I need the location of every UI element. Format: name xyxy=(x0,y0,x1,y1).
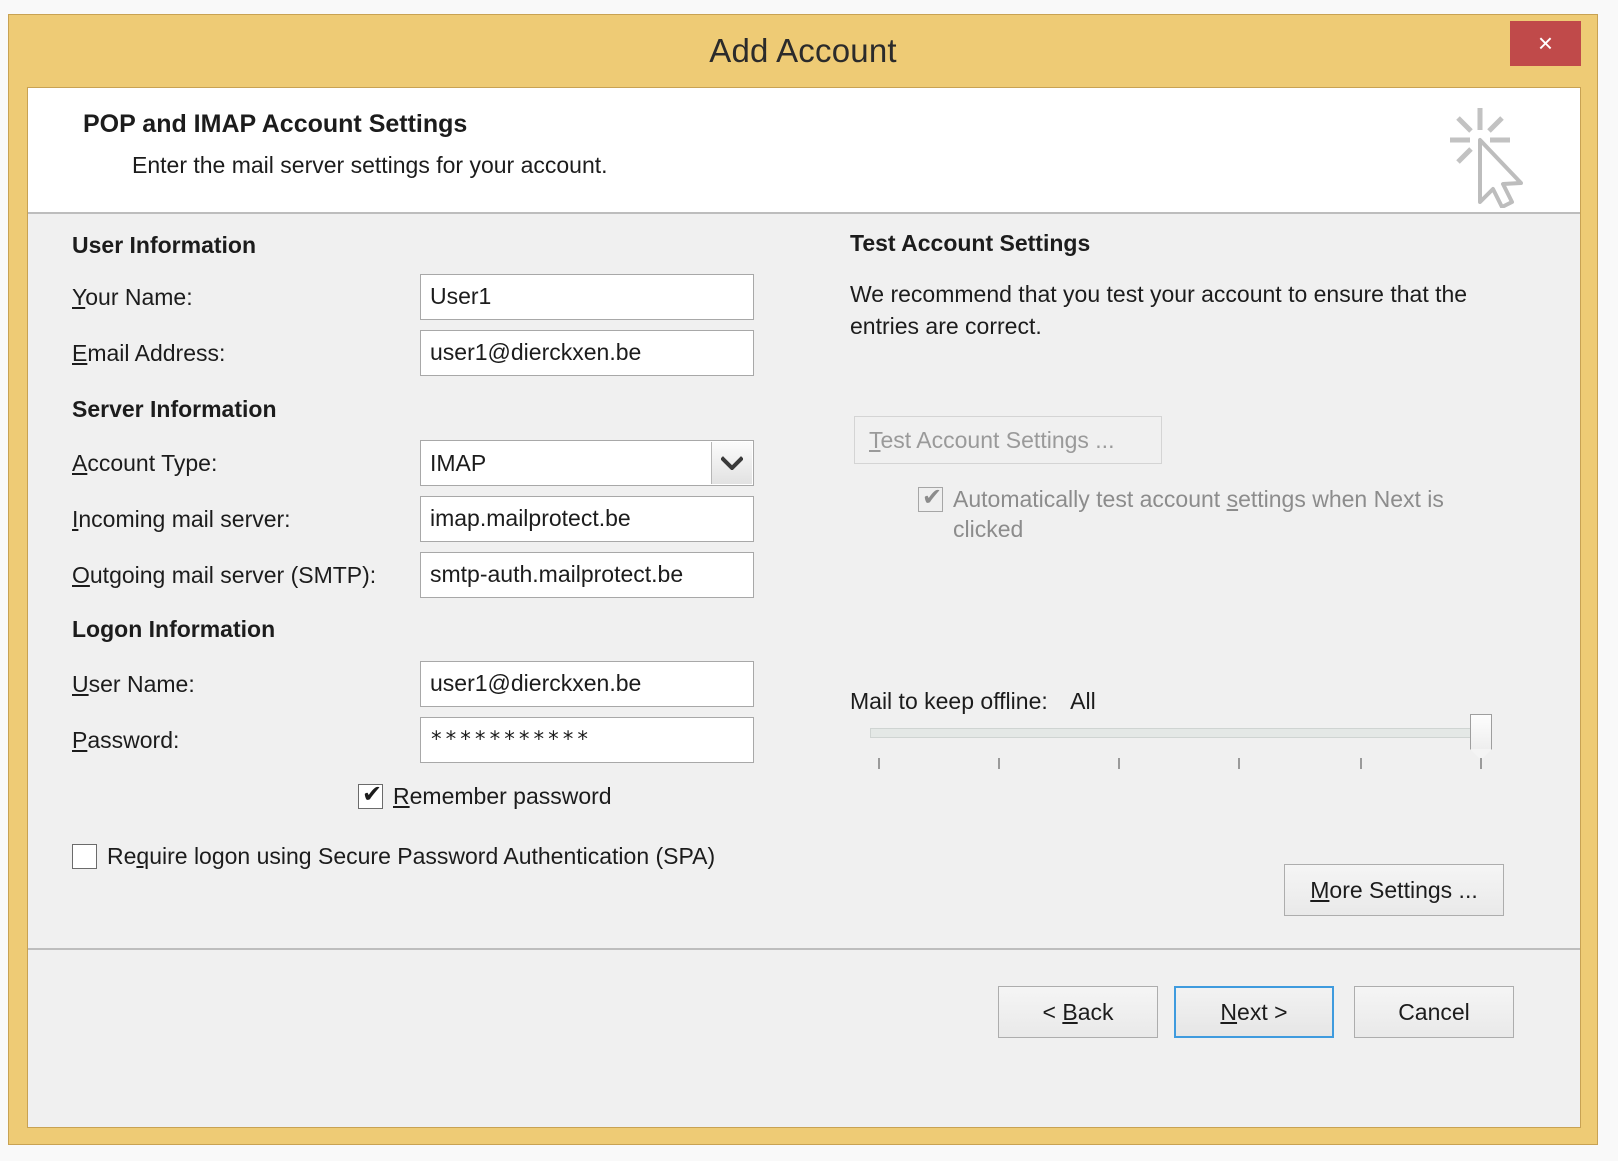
client-area: POP and IMAP Account Settings Enter the … xyxy=(27,87,1581,1128)
label-text: ccount Type: xyxy=(87,450,217,476)
label-password: Password: xyxy=(72,727,179,754)
window-title: Add Account xyxy=(9,15,1597,87)
label-incoming-mail-server: Incoming mail server: xyxy=(72,506,291,533)
accesskey: T xyxy=(869,427,881,453)
require-spa-label: Require logon using Secure Password Auth… xyxy=(107,841,715,871)
body-panel: User Information Your Name: User1 Email … xyxy=(28,216,1580,1127)
button-label: Test Account Settings ... xyxy=(869,427,1114,454)
checkbox-box[interactable]: ✔ xyxy=(358,784,383,809)
close-icon: × xyxy=(1538,28,1553,58)
accesskey: E xyxy=(72,340,87,366)
accesskey: U xyxy=(72,671,89,697)
section-title-user-information: User Information xyxy=(72,232,256,259)
auto-test-settings-label: Automatically test account settings when… xyxy=(953,484,1518,544)
button-label: Next > xyxy=(1220,999,1287,1026)
label-text: ext > xyxy=(1237,999,1288,1025)
mail-offline-slider-thumb[interactable] xyxy=(1470,714,1492,750)
label-text: ore Settings ... xyxy=(1329,877,1477,903)
accesskey: s xyxy=(1227,486,1239,512)
cursor-click-icon xyxy=(1438,104,1530,208)
check-icon: ✔ xyxy=(922,484,942,512)
accesskey: O xyxy=(72,562,90,588)
auto-test-settings-checkbox[interactable]: ✔ Automatically test account settings wh… xyxy=(918,484,1518,544)
button-label: More Settings ... xyxy=(1310,877,1477,904)
label-text-pre: Re xyxy=(107,843,136,869)
check-icon: ✔ xyxy=(362,781,382,809)
account-type-select[interactable]: IMAP xyxy=(420,440,754,486)
label-text: utgoing mail server (SMTP): xyxy=(90,562,376,588)
checkbox-box[interactable] xyxy=(72,844,97,869)
slider-tick xyxy=(1238,758,1240,769)
email-address-input[interactable]: user1@dierckxen.be xyxy=(420,330,754,376)
require-spa-checkbox[interactable]: Require logon using Secure Password Auth… xyxy=(72,841,752,871)
slider-tick xyxy=(878,758,880,769)
section-title-test-account-settings: Test Account Settings xyxy=(850,230,1090,257)
close-button[interactable]: × xyxy=(1510,21,1581,66)
label-text: emember password xyxy=(410,783,612,809)
button-label: Cancel xyxy=(1398,999,1470,1026)
slider-value: All xyxy=(1070,688,1096,714)
outgoing-mail-server-input[interactable]: smtp-auth.mailprotect.be xyxy=(420,552,754,598)
label-text: assword: xyxy=(87,727,179,753)
label-text: mail Address: xyxy=(87,340,225,366)
slider-tick xyxy=(1360,758,1362,769)
label-text: ser Name: xyxy=(89,671,195,697)
label-text: ncoming mail server: xyxy=(78,506,290,532)
slider-tick xyxy=(998,758,1000,769)
label-text-pre: < xyxy=(1043,999,1063,1025)
label-text: ack xyxy=(1078,999,1114,1025)
label-text: uire logon using Secure Password Authent… xyxy=(149,843,715,869)
accesskey: q xyxy=(136,843,149,869)
incoming-mail-server-input[interactable]: imap.mailprotect.be xyxy=(420,496,754,542)
accesskey: A xyxy=(72,450,87,476)
your-name-input[interactable]: User1 xyxy=(420,274,754,320)
next-button[interactable]: Next > xyxy=(1174,986,1334,1038)
label-text: est Account Settings ... xyxy=(881,427,1115,453)
slider-tick xyxy=(1118,758,1120,769)
user-name-input[interactable]: user1@dierckxen.be xyxy=(420,661,754,707)
account-type-value: IMAP xyxy=(430,441,486,485)
remember-password-label: Remember password xyxy=(393,781,612,811)
footer-separator xyxy=(28,948,1580,950)
chevron-down-icon[interactable] xyxy=(711,442,752,484)
label-text-pre: Automatically test account xyxy=(953,486,1227,512)
label-your-name: Your Name: xyxy=(72,284,193,311)
accesskey: B xyxy=(1062,999,1077,1025)
label-text: our Name: xyxy=(85,284,192,310)
accesskey: R xyxy=(393,783,410,809)
title-bar: Add Account × xyxy=(9,15,1597,87)
page-title: POP and IMAP Account Settings xyxy=(83,110,467,139)
label-outgoing-mail-server: Outgoing mail server (SMTP): xyxy=(72,562,376,589)
page-subtitle: Enter the mail server settings for your … xyxy=(132,152,608,179)
mail-offline-label: Mail to keep offline: All xyxy=(850,688,1096,715)
slider-tick xyxy=(1480,758,1482,769)
header-panel: POP and IMAP Account Settings Enter the … xyxy=(28,88,1580,214)
slider-label-text: Mail to keep offline: xyxy=(850,688,1048,714)
label-account-type: Account Type: xyxy=(72,450,217,477)
section-title-server-information: Server Information xyxy=(72,396,277,423)
more-settings-button[interactable]: More Settings ... xyxy=(1284,864,1504,916)
label-user-name: User Name: xyxy=(72,671,195,698)
test-account-settings-button[interactable]: Test Account Settings ... xyxy=(854,416,1162,464)
back-button[interactable]: < Back xyxy=(998,986,1158,1038)
checkbox-box[interactable]: ✔ xyxy=(918,487,943,512)
accesskey: N xyxy=(1220,999,1237,1025)
mail-offline-slider-track[interactable] xyxy=(870,728,1482,738)
password-input[interactable]: *********** xyxy=(420,717,754,763)
cancel-button[interactable]: Cancel xyxy=(1354,986,1514,1038)
section-title-logon-information: Logon Information xyxy=(72,616,275,643)
add-account-dialog: Add Account × POP and IMAP Account Setti… xyxy=(8,14,1598,1145)
remember-password-checkbox[interactable]: ✔ Remember password xyxy=(358,781,612,811)
accesskey: Y xyxy=(72,284,85,310)
accesskey: P xyxy=(72,727,87,753)
test-account-description: We recommend that you test your account … xyxy=(850,278,1510,342)
accesskey: M xyxy=(1310,877,1329,903)
label-email-address: Email Address: xyxy=(72,340,225,367)
button-label: < Back xyxy=(1043,999,1114,1026)
